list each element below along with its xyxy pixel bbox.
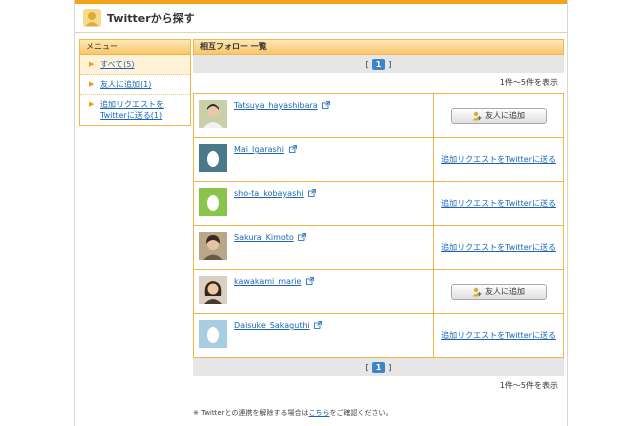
arrow-right-icon: ▶ xyxy=(89,80,95,88)
footer-note-text: ※ Twitterとの連携を解除する場合は xyxy=(193,409,309,417)
external-link-icon[interactable] xyxy=(306,277,314,285)
action-cell: 友人に追加 xyxy=(433,93,564,138)
external-link-icon[interactable] xyxy=(298,233,307,241)
user-cell: Tatsuya_hayashibara xyxy=(192,93,435,138)
pager-top: [ 1 ] xyxy=(193,55,564,73)
action-cell: 追加リクエストをTwitterに送る xyxy=(433,137,564,182)
sidebar-item-all[interactable]: ▶ すべて(5) xyxy=(80,55,190,75)
external-link-icon[interactable] xyxy=(288,145,297,153)
action-cell: 追加リクエストをTwitterに送る xyxy=(433,313,564,358)
user-cell: Mai_Igarashi xyxy=(192,137,435,182)
pager-bracket-right: ] xyxy=(388,362,392,372)
table-row: Mai_Igarashi 追加リクエストをTwitterに送る xyxy=(192,137,564,182)
user-name: Mai_Igarashi xyxy=(234,145,297,154)
add-friend-button[interactable]: 友人に追加 xyxy=(450,107,547,124)
send-request-link[interactable]: 追加リクエストをTwitterに送る xyxy=(441,331,556,340)
user-name: Daisuke_Sakaguthi xyxy=(234,321,323,330)
user-add-icon xyxy=(472,287,482,296)
avatar[interactable] xyxy=(199,276,227,304)
sidebar-menu: メニュー ▶ すべて(5) ▶ 友人に追加(1) ▶ 追加リクエストを Twit… xyxy=(79,39,191,126)
sidebar-heading: メニュー xyxy=(80,40,190,55)
pager-bracket-left: [ xyxy=(365,59,369,69)
user-name-link[interactable]: Sakura_Kimoto xyxy=(234,233,294,242)
table-row: Tatsuya_hayashibara 友人に追加 xyxy=(192,93,564,138)
user-cell: sho-ta_kobayashi xyxy=(192,181,435,226)
result-count: 1件～5件を表示 xyxy=(499,78,558,87)
person-icon xyxy=(83,9,101,27)
avatar[interactable] xyxy=(199,100,227,128)
send-request-link[interactable]: 追加リクエストをTwitterに送る xyxy=(441,243,556,252)
follower-table: Tatsuya_hayashibara 友人に追加 Mai_Igarashi 追… xyxy=(192,93,564,358)
external-link-icon[interactable] xyxy=(314,321,323,329)
arrow-right-icon: ▶ xyxy=(89,60,95,68)
pager-current-page[interactable]: 1 xyxy=(371,361,386,373)
sidebar-item-label[interactable]: 追加リクエストを Twitterに送る(1) xyxy=(100,100,164,120)
user-name-link[interactable]: Tatsuya_hayashibara xyxy=(234,101,318,110)
pager-current-page[interactable]: 1 xyxy=(371,58,386,70)
external-link-icon[interactable] xyxy=(322,101,331,109)
footer-note-link[interactable]: こちら xyxy=(308,409,329,417)
page-header: Twitterから探す xyxy=(75,4,567,32)
user-name-link[interactable]: kawakami_marie xyxy=(234,277,301,286)
action-cell: 友人に追加 xyxy=(433,269,564,314)
external-link-icon[interactable] xyxy=(308,189,316,197)
user-cell: kawakami_marie xyxy=(192,269,435,314)
header-divider xyxy=(75,32,567,33)
user-name-link[interactable]: sho-ta_kobayashi xyxy=(234,189,304,198)
table-row: Daisuke_Sakaguthi 追加リクエストをTwitterに送る xyxy=(192,313,564,358)
user-name-link[interactable]: Mai_Igarashi xyxy=(234,145,284,154)
section-heading: 相互フォロー 一覧 xyxy=(193,39,564,55)
sidebar-item-label[interactable]: 友人に追加(1) xyxy=(100,80,151,89)
sidebar-item-label[interactable]: すべて(5) xyxy=(100,60,134,69)
user-name: Tatsuya_hayashibara xyxy=(234,101,331,110)
page-title: Twitterから探す xyxy=(107,12,195,25)
arrow-right-icon: ▶ xyxy=(89,100,95,108)
add-friend-label: 友人に追加 xyxy=(485,111,526,120)
footer-note-text-end: をご確認ください。 xyxy=(329,409,393,417)
add-friend-label: 友人に追加 xyxy=(485,287,526,296)
action-cell: 追加リクエストをTwitterに送る xyxy=(433,225,564,270)
user-name-link[interactable]: Daisuke_Sakaguthi xyxy=(234,321,310,330)
pager-bracket-left: [ xyxy=(365,362,369,372)
user-name: kawakami_marie xyxy=(234,277,314,286)
action-cell: 追加リクエストをTwitterに送る xyxy=(433,181,564,226)
avatar-default-egg[interactable] xyxy=(199,188,227,216)
footer-note: ※ Twitterとの連携を解除する場合はこちらをご確認ください。 xyxy=(193,408,392,418)
table-row: kawakami_marie 友人に追加 xyxy=(192,269,564,314)
pager-bracket-right: ] xyxy=(388,59,392,69)
avatar[interactable] xyxy=(199,232,227,260)
pager-bottom: [ 1 ] xyxy=(193,358,564,376)
send-request-link[interactable]: 追加リクエストをTwitterに送る xyxy=(441,155,556,164)
avatar-default-egg[interactable] xyxy=(199,320,227,348)
user-cell: Daisuke_Sakaguthi xyxy=(192,313,435,358)
table-row: Sakura_Kimoto 追加リクエストをTwitterに送る xyxy=(192,225,564,270)
avatar-default-egg[interactable] xyxy=(199,144,227,172)
user-name: sho-ta_kobayashi xyxy=(234,189,316,198)
result-count: 1件～5件を表示 xyxy=(499,381,558,390)
user-add-icon xyxy=(472,111,482,120)
sidebar-item-add-friend[interactable]: ▶ 友人に追加(1) xyxy=(80,75,190,95)
page-frame: Twitterから探す メニュー ▶ すべて(5) ▶ 友人に追加(1) ▶ 追… xyxy=(74,0,568,426)
table-row: sho-ta_kobayashi 追加リクエストをTwitterに送る xyxy=(192,181,564,226)
user-name: Sakura_Kimoto xyxy=(234,233,307,242)
send-request-link[interactable]: 追加リクエストをTwitterに送る xyxy=(441,199,556,208)
main-content: 相互フォロー 一覧 [ 1 ] 1件～5件を表示 Tatsuya_hayashi… xyxy=(192,39,564,396)
add-friend-button[interactable]: 友人に追加 xyxy=(450,283,547,300)
user-cell: Sakura_Kimoto xyxy=(192,225,435,270)
sidebar-item-send-request[interactable]: ▶ 追加リクエストを Twitterに送る(1) xyxy=(80,95,190,125)
